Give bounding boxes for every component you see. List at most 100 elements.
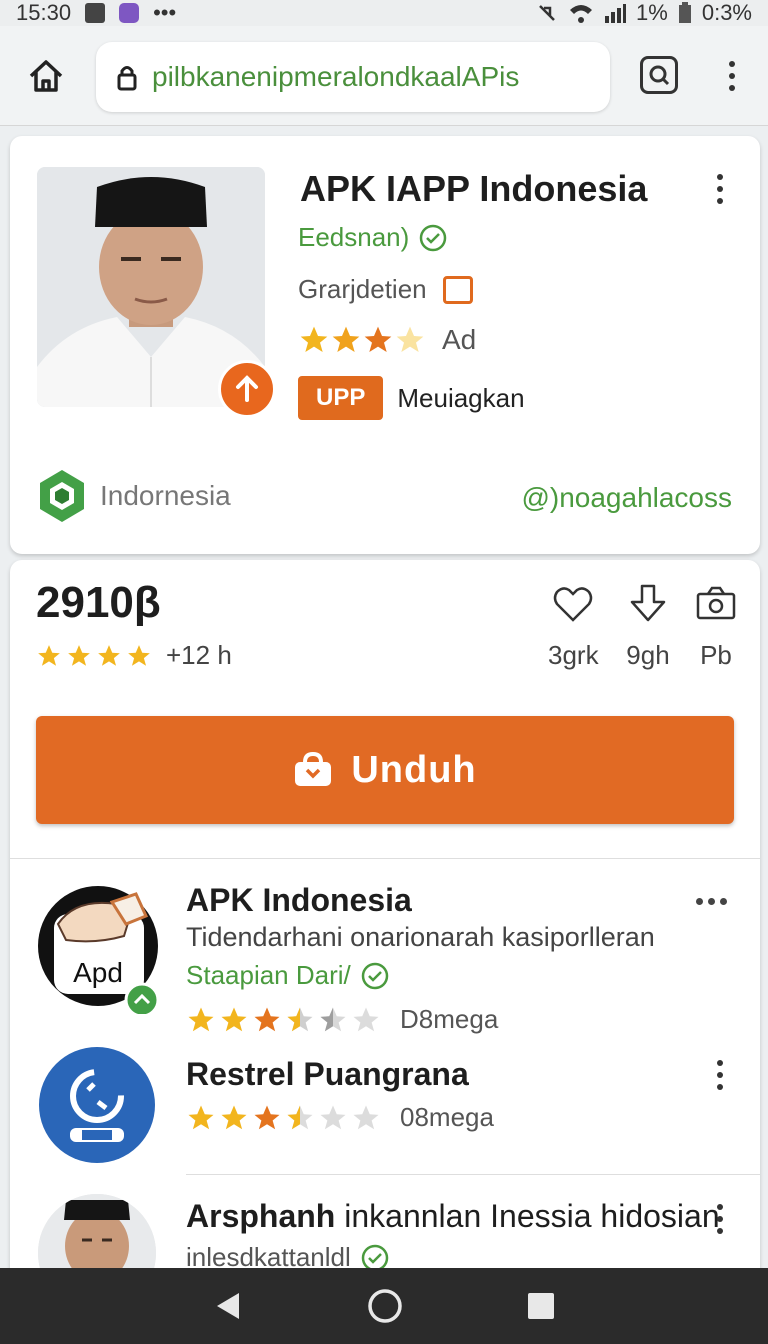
- rating-value: 2910β: [36, 578, 161, 627]
- divider: [186, 1174, 760, 1175]
- list-item-developer-name: Staapian Dari/: [186, 960, 351, 990]
- star-half-icon: [287, 1007, 313, 1031]
- signal-icon: [605, 4, 627, 23]
- list-item-stars: 08mega: [186, 1102, 494, 1133]
- star-icon: [254, 1007, 280, 1031]
- verified-check-icon: [420, 224, 447, 251]
- app-rating-stars: Ad: [298, 324, 476, 356]
- data-percent: 0:3%: [701, 0, 752, 25]
- developer-name: Eedsnan): [298, 222, 410, 252]
- verified-check-icon: [361, 962, 389, 989]
- back-icon[interactable]: [211, 1289, 245, 1323]
- star-empty-icon: [353, 1007, 379, 1031]
- browser-menu-icon[interactable]: [720, 56, 744, 96]
- star-half-icon: [320, 1007, 346, 1031]
- star-icon: [364, 326, 392, 352]
- developer-link[interactable]: Eedsnan): [298, 222, 447, 253]
- list-item-title-rest: inkannlan Inessia hidosian: [335, 1198, 720, 1234]
- battery-icon: [678, 2, 691, 23]
- upload-badge-icon: [218, 360, 276, 418]
- country: Indornesia: [36, 468, 231, 524]
- country-label: Indornesia: [100, 480, 231, 511]
- list-item-title: APK Indonesia: [186, 882, 412, 918]
- developer-handle[interactable]: @)noagahlacoss: [521, 482, 732, 514]
- wifi-icon: [570, 5, 593, 23]
- bag-icon: [295, 752, 332, 786]
- list-item-meta: D8mega: [400, 1004, 499, 1034]
- more-notifications: •••: [153, 0, 177, 25]
- star-icon: [254, 1105, 280, 1129]
- stat-downloads[interactable]: 9gh: [626, 582, 670, 671]
- star-icon: [98, 644, 120, 666]
- address-bar[interactable]: pilbkanenipmeralondkaalAPis: [96, 42, 610, 112]
- app-card: APK IAPP Indonesia Eedsnan) Grarjdetien …: [10, 136, 760, 554]
- category-icon: [442, 275, 473, 304]
- list-item[interactable]: Restrel Puangrana 08mega: [10, 1044, 760, 1168]
- details-card: 2910β +12 h 3grk 9gh Pb Unduh Apd APK In…: [10, 560, 760, 1290]
- list-item-title-bold: Arsphanh: [186, 1198, 336, 1234]
- app-title: APK IAPP Indonesia: [300, 168, 648, 209]
- home-icon[interactable]: [26, 56, 66, 96]
- list-item-menu-icon[interactable]: [710, 1058, 730, 1092]
- recents-icon[interactable]: [525, 1290, 557, 1322]
- hexagon-logo-icon: [40, 470, 84, 522]
- list-item-meta: 08mega: [400, 1102, 494, 1132]
- status-bar: 15:30 ••• 1% 0:3%: [0, 0, 768, 26]
- list-item-stars: D8mega: [186, 1004, 498, 1035]
- status-time: 15:30: [16, 0, 72, 25]
- home-circle-icon[interactable]: [366, 1287, 404, 1325]
- stat-likes[interactable]: 3grk: [548, 582, 599, 671]
- app-icon-restrel: [38, 1046, 156, 1164]
- star-empty-icon: [353, 1105, 379, 1129]
- list-item-developer[interactable]: Staapian Dari/: [186, 960, 389, 991]
- camera-icon: [696, 586, 736, 620]
- star-icon: [221, 1105, 247, 1129]
- category: Grarjdetien: [298, 274, 473, 305]
- list-item-menu-icon[interactable]: [710, 1202, 730, 1236]
- battery-percent: 1%: [636, 0, 668, 25]
- star-icon: [332, 326, 360, 352]
- stat-media-label: Pb: [700, 640, 732, 670]
- star-icon: [300, 326, 328, 352]
- lock-icon: [117, 66, 137, 91]
- url-text: pilbkanenipmeralondkaalAPis: [152, 61, 520, 92]
- ad-label: Ad: [442, 324, 477, 355]
- notification-icon: [85, 3, 106, 23]
- stat-downloads-label: 9gh: [626, 640, 670, 670]
- app-icon-text: Apd: [73, 957, 123, 988]
- download-button[interactable]: Unduh: [36, 716, 734, 824]
- stat-media[interactable]: Pb: [694, 582, 738, 671]
- star-half-icon: [287, 1105, 313, 1129]
- list-item[interactable]: Apd APK Indonesia Tidendarhani onarionar…: [10, 878, 760, 1048]
- list-item-title: Arsphanh inkannlan Inessia hidosian: [186, 1198, 720, 1235]
- star-icon: [68, 644, 90, 666]
- upp-badge[interactable]: UPP: [298, 376, 384, 420]
- list-item-title: Restrel Puangrana: [186, 1056, 469, 1092]
- star-icon: [188, 1007, 214, 1031]
- stat-likes-label: 3grk: [548, 640, 599, 670]
- star-icon: [38, 644, 60, 666]
- download-arrow-icon: [630, 584, 666, 622]
- mute-icon: [539, 5, 555, 21]
- download-label: Unduh: [351, 748, 477, 791]
- lens-icon[interactable]: [640, 56, 678, 94]
- category-label: Grarjdetien: [298, 274, 427, 304]
- upp-row: UPP Meuiagkan: [298, 376, 525, 420]
- star-icon: [188, 1105, 214, 1129]
- star-empty-icon: [396, 326, 424, 352]
- upp-text: Meuiagkan: [397, 382, 525, 413]
- heart-icon: [554, 587, 593, 622]
- star-icon: [128, 644, 150, 666]
- star-empty-icon: [320, 1105, 346, 1129]
- star-icon: [221, 1007, 247, 1031]
- browser-toolbar: pilbkanenipmeralondkaalAPis: [0, 26, 768, 126]
- app-icon-apd: Apd: [36, 884, 160, 1018]
- system-nav-bar: [0, 1268, 768, 1344]
- list-item-description: Tidendarhani onarionarah kasiporlleran: [186, 922, 655, 952]
- rating-summary: +12 h: [36, 640, 232, 671]
- app-card-menu-icon[interactable]: [710, 172, 730, 206]
- list-item-menu-icon[interactable]: [696, 898, 727, 905]
- rating-time: +12 h: [166, 640, 232, 670]
- divider: [10, 858, 760, 859]
- app-notification-icon: [119, 3, 140, 23]
